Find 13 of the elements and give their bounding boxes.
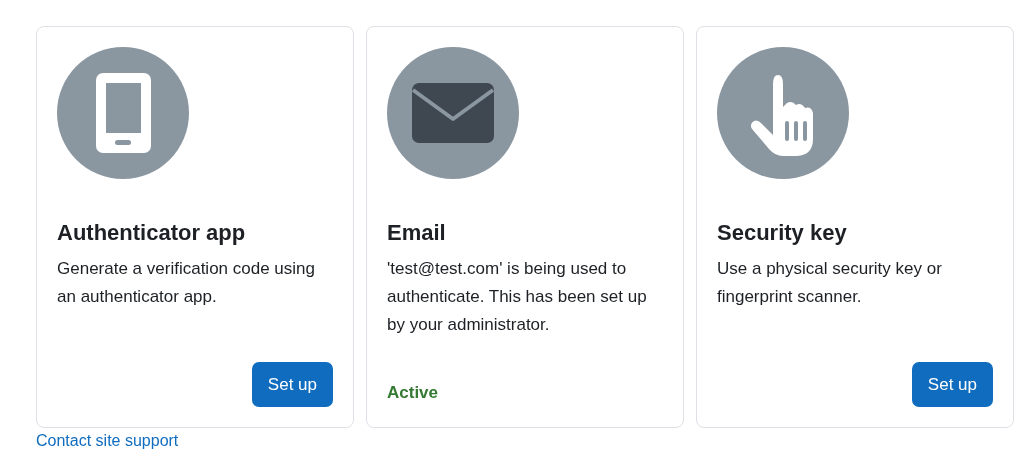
card-title: Authenticator app bbox=[57, 219, 247, 247]
set-up-button[interactable]: Set up bbox=[251, 362, 333, 407]
envelope-icon bbox=[387, 47, 519, 179]
card-title: Email bbox=[387, 219, 447, 247]
set-up-button[interactable]: Set up bbox=[911, 362, 993, 407]
card-description: Use a physical security key or fingerprint scanner. bbox=[717, 258, 943, 308]
card-description: 'test@test.com' is being used to authenticate. This has been set up by your administrator. bbox=[387, 258, 648, 336]
phone-icon bbox=[57, 47, 189, 179]
status-label: Active bbox=[387, 383, 439, 403]
pointing-hand-icon bbox=[717, 47, 849, 179]
card-description: Generate a verification code using an authenticator app. bbox=[57, 258, 316, 308]
support-link[interactable]: Contact site support bbox=[36, 432, 179, 450]
card-title: Security key bbox=[717, 219, 848, 247]
